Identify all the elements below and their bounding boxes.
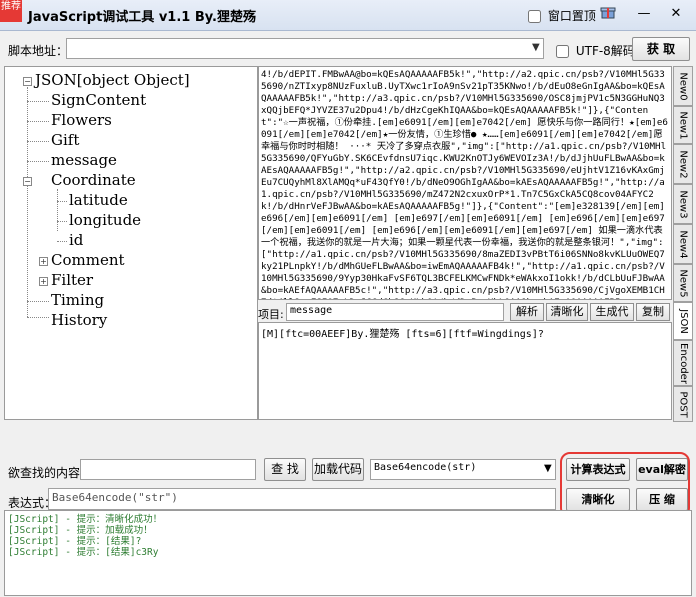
tab-label: New5 bbox=[677, 268, 689, 298]
tab-new4[interactable]: New4 bbox=[673, 224, 693, 264]
script-url-label: 脚本地址： bbox=[8, 44, 69, 58]
clean-button[interactable]: 清晰化 bbox=[546, 303, 588, 321]
tab-encoder[interactable]: Encoder bbox=[673, 340, 693, 386]
tree-node[interactable]: message bbox=[51, 151, 117, 169]
tab-new3[interactable]: New3 bbox=[673, 184, 693, 224]
parse-button[interactable]: 解析 bbox=[510, 303, 544, 321]
tree-connector bbox=[27, 301, 49, 302]
chevron-down-icon[interactable]: ▼ bbox=[532, 42, 540, 53]
tree-node[interactable]: id bbox=[69, 231, 83, 249]
function-select[interactable]: Base64encode(str) bbox=[370, 459, 556, 480]
tab-new1[interactable]: New1 bbox=[673, 106, 693, 144]
window-title: JavaScript调试工具 v1.1 By.狸楚殇 bbox=[28, 10, 256, 25]
utf8-checkbox[interactable] bbox=[556, 45, 569, 58]
expand-icon[interactable]: + bbox=[39, 257, 48, 266]
find-button[interactable]: 查 找 bbox=[264, 458, 306, 481]
tab-label: New2 bbox=[677, 149, 689, 179]
log-line: [JScript] - 提示：[结果]? bbox=[8, 536, 142, 547]
stay-on-top-checkbox[interactable] bbox=[528, 10, 541, 23]
expand-icon[interactable]: + bbox=[39, 277, 48, 286]
tab-label: Encoder bbox=[677, 342, 689, 384]
tab-label: New1 bbox=[677, 110, 689, 140]
tab-label: New3 bbox=[677, 189, 689, 219]
tab-new0[interactable]: New0 bbox=[673, 66, 693, 106]
fetch-button[interactable]: 获 取 bbox=[632, 37, 690, 61]
script-url-select[interactable] bbox=[66, 38, 544, 59]
collapse-icon[interactable]: − bbox=[23, 77, 32, 86]
tree-node[interactable]: SignContent bbox=[51, 91, 146, 109]
log-panel[interactable]: [JScript] - 提示：清晰化成功！ [JScript] - 提示：加载成… bbox=[4, 510, 692, 596]
stay-on-top-label: 窗口置顶 bbox=[547, 9, 596, 23]
tree-connector bbox=[57, 221, 67, 222]
search-input[interactable] bbox=[80, 459, 256, 480]
tree-connector bbox=[57, 189, 58, 231]
title-bar: 推荐 JavaScript调试工具 v1.1 By.狸楚殇 窗口置顶 — ✕ bbox=[0, 0, 696, 31]
utf8-label: UTF-8解码 bbox=[575, 44, 635, 58]
tab-label: JSON bbox=[677, 308, 689, 334]
tree-node[interactable]: Flowers bbox=[51, 111, 112, 129]
tab-json[interactable]: JSON bbox=[673, 302, 693, 340]
tab-new2[interactable]: New2 bbox=[673, 144, 693, 184]
log-line: [JScript] - 提示：加载成功！ bbox=[8, 525, 153, 536]
tree-connector bbox=[27, 121, 49, 122]
tab-label: New0 bbox=[677, 71, 689, 101]
generate-code-button[interactable]: 生成代码 bbox=[590, 303, 634, 334]
tree-node[interactable]: Timing bbox=[51, 291, 104, 309]
gift-icon[interactable] bbox=[596, 4, 620, 24]
collapse-icon[interactable]: − bbox=[23, 177, 32, 186]
item-label: 项目: bbox=[258, 308, 284, 321]
close-button[interactable]: ✕ bbox=[664, 4, 688, 24]
tree-connector bbox=[27, 317, 49, 318]
tree-connector bbox=[57, 201, 67, 202]
utf8-toggle[interactable]: UTF-8解码 bbox=[556, 42, 635, 59]
tab-post[interactable]: POST bbox=[673, 386, 693, 422]
log-line: [JScript] - 提示：[结果]c3Ry bbox=[8, 547, 159, 558]
tree-node[interactable]: Comment bbox=[51, 251, 125, 269]
tab-label: POST bbox=[677, 390, 689, 418]
chevron-down-icon[interactable]: ▼ bbox=[544, 463, 552, 474]
tree-node[interactable]: longitude bbox=[69, 211, 141, 229]
tree-root[interactable]: JSON[object Object] bbox=[35, 71, 190, 89]
tab-new5[interactable]: New5 bbox=[673, 264, 693, 302]
tree-node[interactable]: latitude bbox=[69, 191, 128, 209]
copy-button[interactable]: 复制 bbox=[636, 303, 670, 321]
expression-input[interactable]: Base64encode("str") bbox=[48, 488, 556, 510]
recommend-badge: 推荐 bbox=[0, 0, 22, 22]
tree-node[interactable]: Gift bbox=[51, 131, 79, 149]
tree-connector bbox=[27, 101, 49, 102]
result-text-view[interactable]: [M][ftc=00AEEF]By.狸楚殇 [fts=6][ftf=Wingdi… bbox=[258, 322, 672, 420]
tab-label: New4 bbox=[677, 229, 689, 259]
tree-node[interactable]: Coordinate bbox=[51, 171, 136, 189]
json-text-view[interactable]: 4!/b/dEPIT.FMBwAA@bo=kQEsAQAAAAAFB5k!","… bbox=[258, 66, 672, 300]
tree-connector bbox=[27, 161, 49, 162]
tree-connector bbox=[57, 241, 67, 242]
json-tree[interactable]: − JSON[object Object] SignContent Flower… bbox=[4, 66, 258, 420]
item-toolbar: 项目: message 解析 清晰化 生成代码 复制 bbox=[258, 302, 672, 334]
minimize-button[interactable]: — bbox=[632, 4, 656, 24]
highlight-annotation bbox=[560, 452, 690, 518]
tree-node[interactable]: Filter bbox=[51, 271, 93, 289]
side-tab-strip: New0 New1 New2 New3 New4 New5 JSON Encod… bbox=[673, 66, 695, 422]
item-input[interactable]: message bbox=[286, 303, 504, 321]
tree-node[interactable]: History bbox=[51, 311, 107, 329]
load-code-button[interactable]: 加载代码 bbox=[312, 458, 364, 481]
log-line: [JScript] - 提示：清晰化成功！ bbox=[8, 514, 163, 525]
tree-connector bbox=[27, 141, 49, 142]
stay-on-top-toggle[interactable]: 窗口置顶 bbox=[528, 7, 596, 24]
